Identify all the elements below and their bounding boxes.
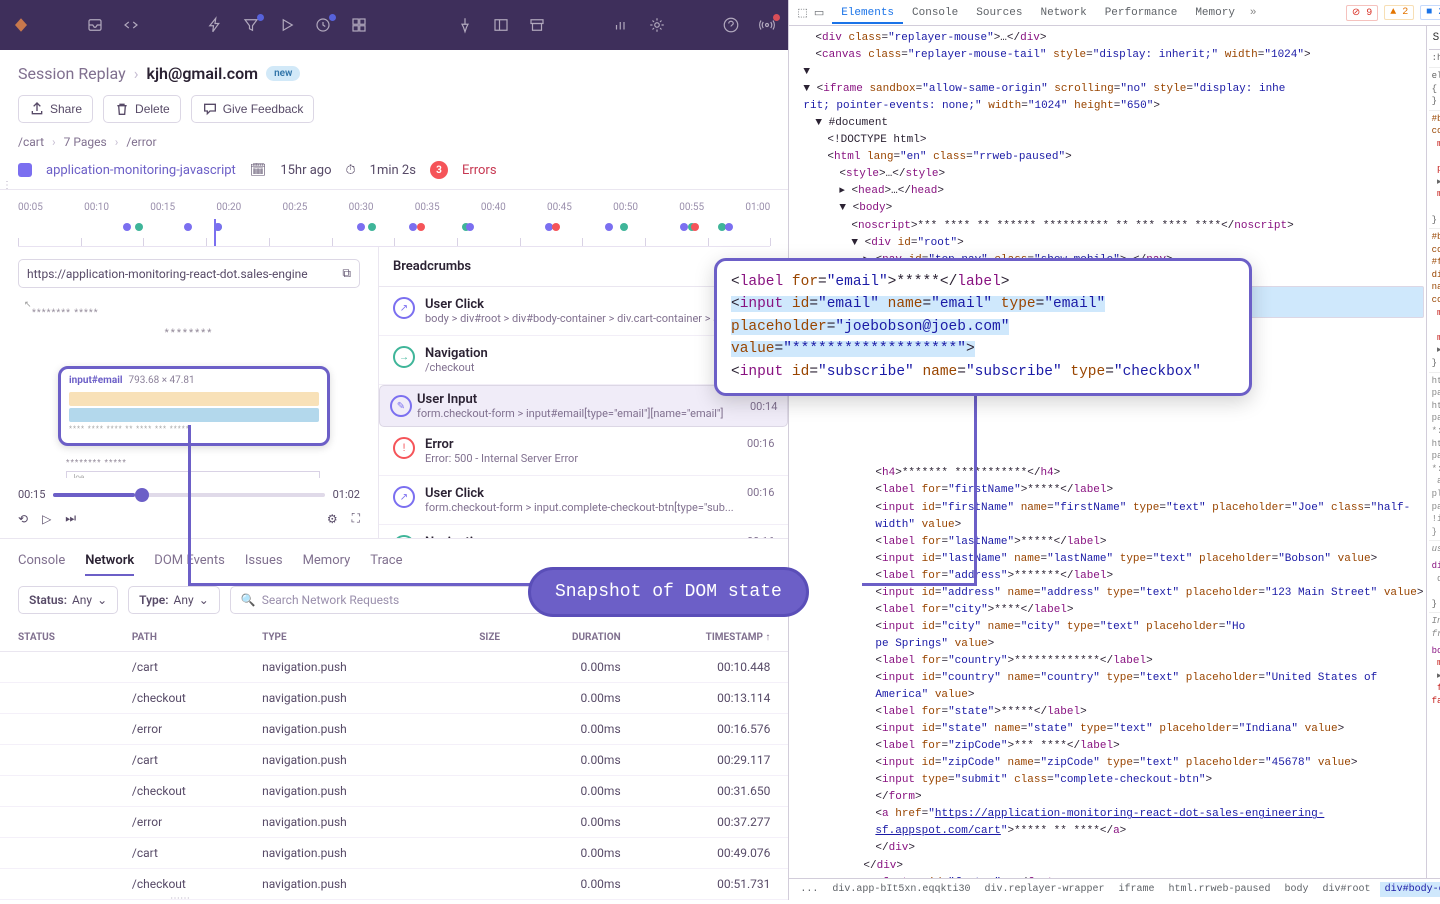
pin-icon[interactable] xyxy=(456,16,474,34)
type-filter[interactable]: Type:Any⌄ xyxy=(128,586,220,614)
dom-breadcrumb[interactable]: ...div.app-bIt5xn.eqqkti30div.replayer-w… xyxy=(789,878,1440,900)
project-square-icon xyxy=(18,163,32,177)
tab-issues[interactable]: Issues xyxy=(245,547,283,576)
inbox-icon[interactable] xyxy=(86,16,104,34)
chevron-down-icon: ⌄ xyxy=(199,593,209,607)
timeline[interactable]: 00:0500:1000:1500:2000:2500:3000:3500:40… xyxy=(0,190,788,247)
breadcrumb-row[interactable]: ↗User Clickform.checkout-form > input.co… xyxy=(379,476,788,525)
play-btn-icon[interactable]: ▷ xyxy=(42,512,51,526)
breadcrumb-row[interactable]: !ErrorError: 500 - Internal Server Error… xyxy=(379,427,788,476)
copy-icon[interactable]: ⧉ xyxy=(342,266,351,281)
dom-highlight: input#email793.68 × 47.81 **** **** ****… xyxy=(58,366,330,446)
tab-memory[interactable]: Memory xyxy=(303,547,351,576)
gear-icon[interactable]: ⚙ xyxy=(327,512,338,526)
info-count[interactable]: ■ 2 xyxy=(1420,5,1440,20)
share-button[interactable]: Share xyxy=(18,95,93,123)
calendar-icon: 🗓 xyxy=(250,163,267,178)
logo-icon xyxy=(12,16,30,34)
network-table: STATUSPATHTYPESIZEDURATIONTIMESTAMP ↑ /c… xyxy=(0,624,788,900)
error-count[interactable]: ⊘ 9 xyxy=(1346,5,1378,21)
page-header: Session Replay › kjh@gmail.com new Share… xyxy=(0,50,788,190)
tab-console[interactable]: Console xyxy=(18,547,65,576)
help-icon[interactable] xyxy=(722,16,740,34)
more-tabs-icon[interactable]: » xyxy=(1250,7,1257,19)
crumb-user[interactable]: kjh@gmail.com xyxy=(147,64,259,83)
devtools-tab-network[interactable]: Network xyxy=(1031,3,1095,23)
table-row[interactable]: /checkoutnavigation.push0.00ms00:13.114 xyxy=(0,683,788,714)
error-badge[interactable]: 3 xyxy=(430,161,448,179)
device-icon[interactable]: ▭ xyxy=(814,6,824,20)
code-icon[interactable] xyxy=(122,16,140,34)
devtools-tab-sources[interactable]: Sources xyxy=(967,3,1031,23)
devtools-tab-elements[interactable]: Elements xyxy=(832,3,903,24)
bolt-icon[interactable] xyxy=(206,16,224,34)
devtools-tabbar: ⬚ ▭ ElementsConsoleSourcesNetworkPerform… xyxy=(789,0,1440,26)
error-label[interactable]: Errors xyxy=(462,163,497,178)
archive-icon[interactable] xyxy=(528,16,546,34)
devtools-tab-memory[interactable]: Memory xyxy=(1186,3,1244,23)
dom-tree[interactable]: <div class="replayer-mouse">…</div> <can… xyxy=(789,26,1425,878)
tab-network[interactable]: Network xyxy=(85,547,134,576)
broadcast-icon[interactable] xyxy=(758,16,776,34)
feedback-button[interactable]: Give Feedback xyxy=(191,95,315,123)
table-row[interactable]: /errornavigation.push0.00ms00:16.576 xyxy=(0,714,788,745)
tab-trace[interactable]: Trace xyxy=(370,547,402,576)
table-row[interactable]: /checkoutnavigation.push0.00ms00:31.650 xyxy=(0,776,788,807)
breadcrumb: /cart› 7 Pages› /error xyxy=(18,135,770,149)
breadcrumb-row[interactable]: →Navigation/error00:16 xyxy=(379,525,788,538)
table-row[interactable]: /errornavigation.push0.00ms00:37.277 xyxy=(0,807,788,838)
delete-button[interactable]: Delete xyxy=(103,95,181,123)
devtools-tab-console[interactable]: Console xyxy=(903,3,967,23)
inspect-icon[interactable]: ⬚ xyxy=(797,6,807,20)
warn-count[interactable]: ▲ 2 xyxy=(1384,5,1414,20)
project-name[interactable]: application-monitoring-javascript xyxy=(46,163,236,178)
age-label: 15hr ago xyxy=(280,163,331,178)
clock-icon: ⏱ xyxy=(346,163,356,178)
gear-icon[interactable] xyxy=(648,16,666,34)
duration-label: 1min 2s xyxy=(370,163,416,178)
stats-icon[interactable] xyxy=(612,16,630,34)
url-bar[interactable]: https://application-monitoring-react-dot… xyxy=(18,259,360,288)
dom-snapshot-callout: <label for="email">*****</label> <input … xyxy=(714,258,1252,396)
panel-icon[interactable] xyxy=(492,16,510,34)
topbar xyxy=(0,0,788,50)
crumb-root[interactable]: Session Replay xyxy=(18,64,126,83)
funnel-icon[interactable] xyxy=(242,16,260,34)
rewind-icon[interactable]: ⟲ xyxy=(18,512,28,526)
dashboard-icon[interactable] xyxy=(350,16,368,34)
table-row[interactable]: /cartnavigation.push0.00ms00:29.117 xyxy=(0,745,788,776)
table-row[interactable]: /checkoutnavigation.push0.00ms00:51.731 xyxy=(0,869,788,900)
clock-icon[interactable] xyxy=(314,16,332,34)
search-icon: 🔍 xyxy=(241,593,256,607)
snapshot-pill: Snapshot of DOM state xyxy=(528,567,809,617)
chevron-down-icon: ⌄ xyxy=(97,593,107,607)
status-filter[interactable]: Status:Any⌄ xyxy=(18,586,118,614)
devtools: ⬚ ▭ ElementsConsoleSourcesNetworkPerform… xyxy=(788,0,1440,900)
table-row[interactable]: /cartnavigation.push0.00ms00:49.076 xyxy=(0,838,788,869)
badge-new: new xyxy=(266,66,300,81)
skip-icon[interactable]: ⏭ xyxy=(65,511,76,526)
styles-pane[interactable]: Styles » :hov .cls element.style {} #bod… xyxy=(1426,26,1440,878)
play-icon[interactable] xyxy=(278,16,296,34)
devtools-tab-performance[interactable]: Performance xyxy=(1096,3,1187,23)
table-row[interactable]: /cartnavigation.push0.00ms00:10.448 xyxy=(0,652,788,683)
expand-icon[interactable]: ⛶ xyxy=(352,511,360,526)
